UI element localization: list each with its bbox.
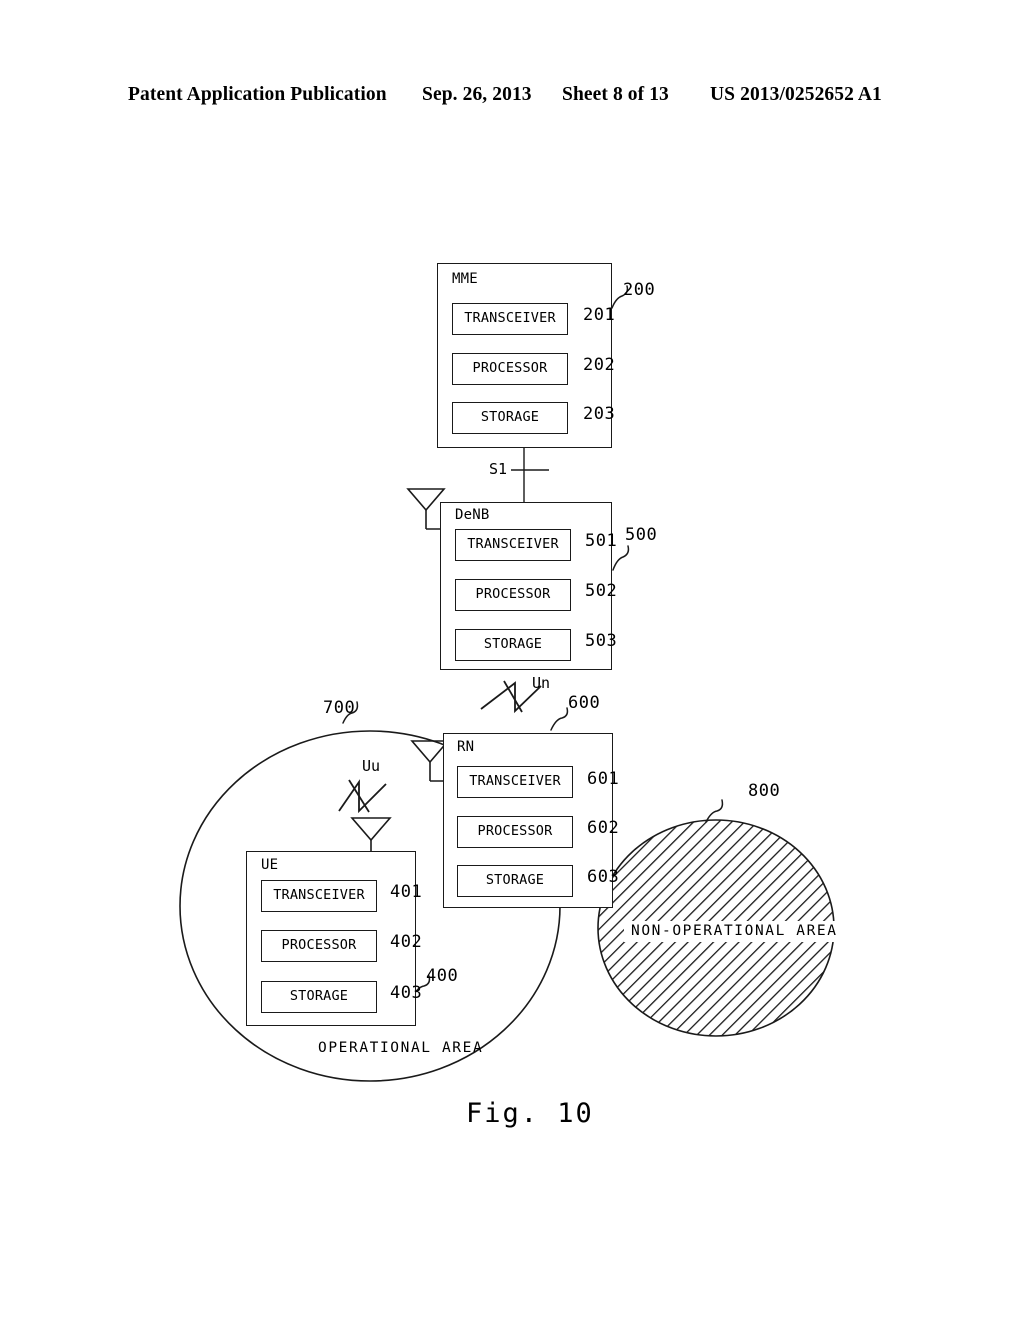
ue-processor-label: PROCESSOR (281, 937, 357, 954)
ref-403: 403 (390, 983, 423, 1003)
rn-processor-box[interactable]: PROCESSOR (457, 816, 573, 848)
ue-storage-box[interactable]: STORAGE (261, 981, 377, 1013)
ref-202: 202 (583, 355, 616, 375)
ref-603: 603 (587, 867, 620, 887)
ref-400: 400 (426, 966, 459, 986)
node-mme-title: MME (452, 271, 478, 287)
ref-700: 700 (323, 698, 356, 718)
mme-processor-label: PROCESSOR (472, 360, 548, 377)
mme-processor-box[interactable]: PROCESSOR (452, 353, 568, 385)
ref-200: 200 (623, 280, 656, 300)
figure-caption: Fig. 10 (466, 1098, 594, 1129)
ref-203: 203 (583, 404, 616, 424)
ref-501: 501 (585, 531, 618, 551)
ue-storage-label: STORAGE (289, 988, 349, 1005)
operational-area-label: OPERATIONAL AREA (318, 1040, 484, 1056)
figure-10: MME TRANSCEIVER 201 PROCESSOR 202 STORAG… (0, 0, 1024, 1320)
ref-500: 500 (625, 525, 658, 545)
leader-600 (550, 707, 569, 731)
node-ue-title: UE (261, 857, 279, 873)
rn-processor-label: PROCESSOR (477, 823, 553, 840)
node-rn-title: RN (457, 739, 475, 755)
ref-402: 402 (390, 932, 423, 952)
mme-storage-box[interactable]: STORAGE (452, 402, 568, 434)
rn-transceiver-label: TRANSCEIVER (469, 773, 561, 790)
mme-transceiver-box[interactable]: TRANSCEIVER (452, 303, 568, 335)
denb-storage-label: STORAGE (483, 636, 543, 653)
ue-transceiver-label: TRANSCEIVER (273, 887, 365, 904)
ref-800: 800 (748, 781, 781, 801)
mme-transceiver-label: TRANSCEIVER (464, 310, 556, 327)
denb-transceiver-box[interactable]: TRANSCEIVER (455, 529, 571, 561)
node-denb-title: DeNB (455, 507, 490, 523)
rn-storage-label: STORAGE (485, 872, 545, 889)
ref-201: 201 (583, 305, 616, 325)
denb-storage-box[interactable]: STORAGE (455, 629, 571, 661)
rn-transceiver-box[interactable]: TRANSCEIVER (457, 766, 573, 798)
ref-602: 602 (587, 818, 620, 838)
non-operational-area-label: NON-OPERATIONAL AREA (624, 921, 845, 942)
ref-601: 601 (587, 769, 620, 789)
link-uu-zigzag (338, 779, 387, 814)
ref-503: 503 (585, 631, 618, 651)
link-s1-line (511, 448, 549, 502)
denb-transceiver-label: TRANSCEIVER (467, 536, 559, 553)
ref-600: 600 (568, 693, 601, 713)
denb-antenna-icon (406, 488, 446, 530)
leader-800 (705, 799, 724, 823)
link-uu-label: Uu (362, 757, 381, 775)
denb-processor-label: PROCESSOR (475, 586, 551, 603)
mme-storage-label: STORAGE (480, 409, 540, 426)
link-s1-label: S1 (489, 460, 508, 478)
rn-storage-box[interactable]: STORAGE (457, 865, 573, 897)
ue-processor-box[interactable]: PROCESSOR (261, 930, 377, 962)
ref-401: 401 (390, 882, 423, 902)
link-un-label: Un (532, 674, 551, 692)
ue-transceiver-box[interactable]: TRANSCEIVER (261, 880, 377, 912)
denb-processor-box[interactable]: PROCESSOR (455, 579, 571, 611)
ref-502: 502 (585, 581, 618, 601)
